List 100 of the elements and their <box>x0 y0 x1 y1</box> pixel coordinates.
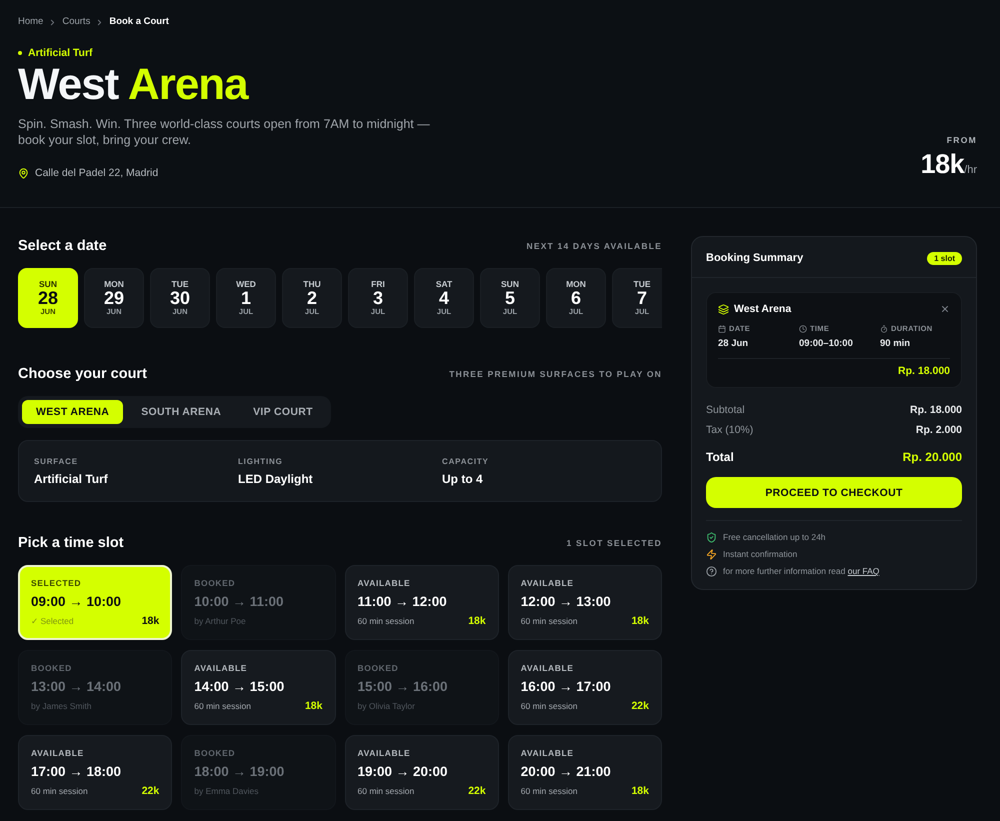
time-slot-card[interactable]: BOOKED 18:00 → 19:00 by Emma Davies <box>181 735 336 810</box>
slot-status: BOOKED <box>358 663 398 673</box>
slot-status: SELECTED <box>31 578 82 588</box>
slot-time: 18:00 → 19:00 <box>194 764 284 780</box>
venue-address: Calle del Padel 22, Madrid <box>35 167 158 179</box>
breadcrumb-link[interactable]: Home <box>18 16 44 28</box>
date-day: 7 <box>636 289 647 307</box>
slot-time: 13:00 → 14:00 <box>31 679 122 695</box>
slot-status: BOOKED <box>31 663 72 673</box>
slot-time: 20:00 → 21:00 <box>520 764 611 780</box>
time-slot-card[interactable]: AVAILABLE 19:00 → 20:00 60 min session 22k <box>344 735 499 810</box>
date-day: 2 <box>306 289 317 307</box>
slot-status: AVAILABLE <box>520 748 574 758</box>
lightning-icon <box>706 548 717 560</box>
booking-price: Rp. 18.000 <box>898 365 950 377</box>
booking-field-value: 90 min <box>880 338 910 349</box>
price-label: FROM <box>946 135 977 145</box>
date-weekday: WED <box>236 279 256 289</box>
faq-link[interactable]: our FAQ <box>848 566 880 576</box>
section-heading: Select a date <box>18 238 107 254</box>
help-icon <box>706 566 717 576</box>
slot-status: AVAILABLE <box>520 578 574 588</box>
slot-time: 16:00 → 17:00 <box>520 679 611 695</box>
perk-text: for more further information read our FAQ <box>723 566 880 576</box>
slot-price: 18k <box>468 615 486 627</box>
slot-detail: 60 min session <box>358 786 414 796</box>
time-slot-card[interactable]: AVAILABLE 12:00 → 13:00 60 min session 18k <box>508 565 662 640</box>
slot-time: 09:00 → 10:00 <box>31 594 122 610</box>
slot-price: 22k <box>631 700 649 712</box>
time-slot-card[interactable]: AVAILABLE 16:00 → 17:00 60 min session 22k <box>508 650 662 725</box>
slot-time: 11:00 → 12:00 <box>358 594 447 610</box>
slot-time: 12:00 → 13:00 <box>520 594 611 610</box>
slot-detail: 60 min session <box>520 701 578 711</box>
breadcrumb-link[interactable]: Book a Court <box>109 16 169 28</box>
slot-price: 22k <box>142 785 160 797</box>
slot-status: BOOKED <box>194 748 236 758</box>
surface-tag: Artificial Turf <box>28 47 93 59</box>
date-day: 3 <box>372 289 383 307</box>
slot-status: AVAILABLE <box>358 578 410 588</box>
total-value: Rp. 20.000 <box>902 450 962 464</box>
date-day: 29 <box>104 289 124 307</box>
date-weekday: SUN <box>501 279 519 289</box>
slot-detail: 60 min session <box>31 786 88 796</box>
date-day: 5 <box>504 289 515 307</box>
info-value: LED Daylight <box>238 472 313 486</box>
time-slot-card[interactable]: AVAILABLE 20:00 → 21:00 60 min session 18k <box>508 735 662 810</box>
info-value: Up to 4 <box>442 472 483 486</box>
perk-text: Free cancellation up to 24h <box>723 532 826 542</box>
slot-price: 22k <box>468 785 486 797</box>
price-unit: /hr <box>964 164 977 176</box>
close-icon[interactable] <box>940 304 950 314</box>
slot-detail: by Arthur Poe <box>194 616 246 626</box>
checkout-button[interactable]: PROCEED TO CHECKOUT <box>706 477 962 508</box>
time-slot-card[interactable]: BOOKED 13:00 → 14:00 by James Smith <box>18 650 172 725</box>
court-tab[interactable]: VIP COURT <box>239 400 327 424</box>
price-value: 18k <box>920 149 964 179</box>
date-day: 30 <box>170 289 190 307</box>
time-slot-card[interactable]: SELECTED 09:00 → 10:00 ✓ Selected 18k <box>18 565 172 640</box>
court-tab[interactable]: WEST ARENA <box>22 400 124 424</box>
shield-check-icon <box>706 532 717 542</box>
slot-detail: by Emma Davies <box>194 786 258 796</box>
slot-detail: ✓ Selected <box>31 616 74 626</box>
slot-status: BOOKED <box>194 578 236 588</box>
date-weekday: TUE <box>634 279 650 289</box>
line-label: Tax (10%) <box>706 424 754 436</box>
info-value: Artificial Turf <box>34 472 108 486</box>
time-slot-card[interactable]: BOOKED 10:00 → 11:00 by Arthur Poe <box>181 565 336 640</box>
date-weekday: TUE <box>172 279 188 289</box>
booking-court: West Arena <box>734 303 792 315</box>
slot-detail: 60 min session <box>358 616 414 626</box>
date-weekday: SUN <box>39 279 57 289</box>
stopwatch-icon <box>880 324 888 332</box>
section-note: NEXT 14 DAYS AVAILABLE <box>526 241 662 251</box>
slot-detail: by Olivia Taylor <box>358 701 415 711</box>
clock-icon <box>799 324 807 332</box>
perk-text: Instant confirmation <box>723 549 798 559</box>
court-tab[interactable]: SOUTH ARENA <box>127 400 236 424</box>
slot-price: 18k <box>304 700 322 712</box>
breadcrumb-link[interactable]: Courts <box>62 16 90 28</box>
line-value: Rp. 18.000 <box>910 404 962 416</box>
slot-detail: 60 min session <box>520 786 578 796</box>
section-note: THREE PREMIUM SURFACES TO PLAY ON <box>449 369 662 379</box>
time-slot-card[interactable]: AVAILABLE 17:00 → 18:00 60 min session 22k <box>18 735 172 810</box>
date-weekday: FRI <box>371 279 385 289</box>
slot-status: AVAILABLE <box>31 748 84 758</box>
section-heading: Pick a time slot <box>18 535 124 551</box>
time-slot-card[interactable]: BOOKED 15:00 → 16:00 by Olivia Taylor <box>344 650 499 725</box>
info-label: CAPACITY <box>442 456 489 466</box>
time-slot-card[interactable]: AVAILABLE 11:00 → 12:00 60 min session 18k <box>344 565 499 640</box>
date-weekday: SAT <box>436 279 452 289</box>
time-slot-card[interactable]: AVAILABLE 14:00 → 15:00 60 min session 18k <box>181 650 336 725</box>
page-title: West Arena <box>18 61 248 109</box>
booking-field-value: 09:00–10:00 <box>799 338 853 349</box>
date-day: 28 <box>38 289 58 307</box>
venue-description: Spin. Smash. Win. Three world-class courts open from 7AM to midnight — book your slot, bring your crew. <box>18 116 431 148</box>
map-pin-icon <box>18 168 29 178</box>
date-day: 1 <box>240 289 251 307</box>
slot-price: 18k <box>631 785 649 797</box>
section-note: 1 SLOT SELECTED <box>566 538 662 548</box>
slot-time: 15:00 → 16:00 <box>358 679 448 695</box>
